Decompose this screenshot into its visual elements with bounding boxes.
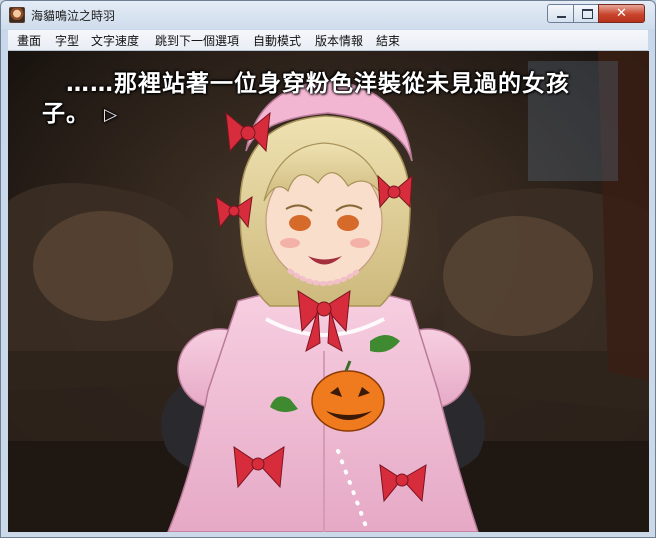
maximize-icon: [582, 9, 593, 19]
menu-item-text-speed[interactable]: 文字速度: [90, 32, 140, 49]
menu-item-exit[interactable]: 結束: [375, 32, 401, 49]
blush-left: [280, 238, 300, 248]
blush-right: [350, 238, 370, 248]
eye-left: [289, 215, 311, 231]
menu-item-font[interactable]: 字型: [54, 32, 80, 49]
dialogue-line-2: 子。: [42, 101, 90, 127]
close-button[interactable]: ✕: [598, 4, 645, 23]
window-title: 海貓鳴泣之時羽: [31, 9, 116, 23]
close-icon: ✕: [616, 6, 627, 21]
cushion-right: [443, 216, 593, 336]
menu-item-auto-mode[interactable]: 自動模式: [252, 32, 302, 49]
app-portrait-icon[interactable]: [9, 7, 25, 23]
dialogue-text-box[interactable]: ……那裡站著一位身穿粉色洋裝從未見過的女孩 子。 ▷: [42, 69, 632, 130]
eye-right: [337, 215, 359, 231]
app-window: 海貓鳴泣之時羽 ✕ 畫面 字型 文字速度 跳到下一個選項 自動模式 版本情報 結…: [0, 0, 656, 538]
minimize-button[interactable]: [547, 4, 574, 23]
title-bar[interactable]: 海貓鳴泣之時羽 ✕: [1, 1, 655, 29]
dialogue-line-1: ……那裡站著一位身穿粉色洋裝從未見過的女孩: [66, 71, 570, 97]
dialogue-line-2-wrap: 子。 ▷: [42, 99, 632, 130]
menu-item-skip-to-choice[interactable]: 跳到下一個選項: [154, 32, 240, 49]
game-screen[interactable]: ……那裡站著一位身穿粉色洋裝從未見過的女孩 子。 ▷: [8, 51, 649, 532]
cushion-left: [33, 211, 173, 321]
maximize-button[interactable]: [573, 4, 599, 23]
continue-arrow-icon: ▷: [104, 104, 119, 125]
menu-item-version-info[interactable]: 版本情報: [314, 32, 364, 49]
minimize-icon: [557, 16, 566, 18]
menu-item-screen[interactable]: 畫面: [16, 32, 42, 49]
menu-bar: 畫面 字型 文字速度 跳到下一個選項 自動模式 版本情報 結束: [8, 30, 648, 51]
